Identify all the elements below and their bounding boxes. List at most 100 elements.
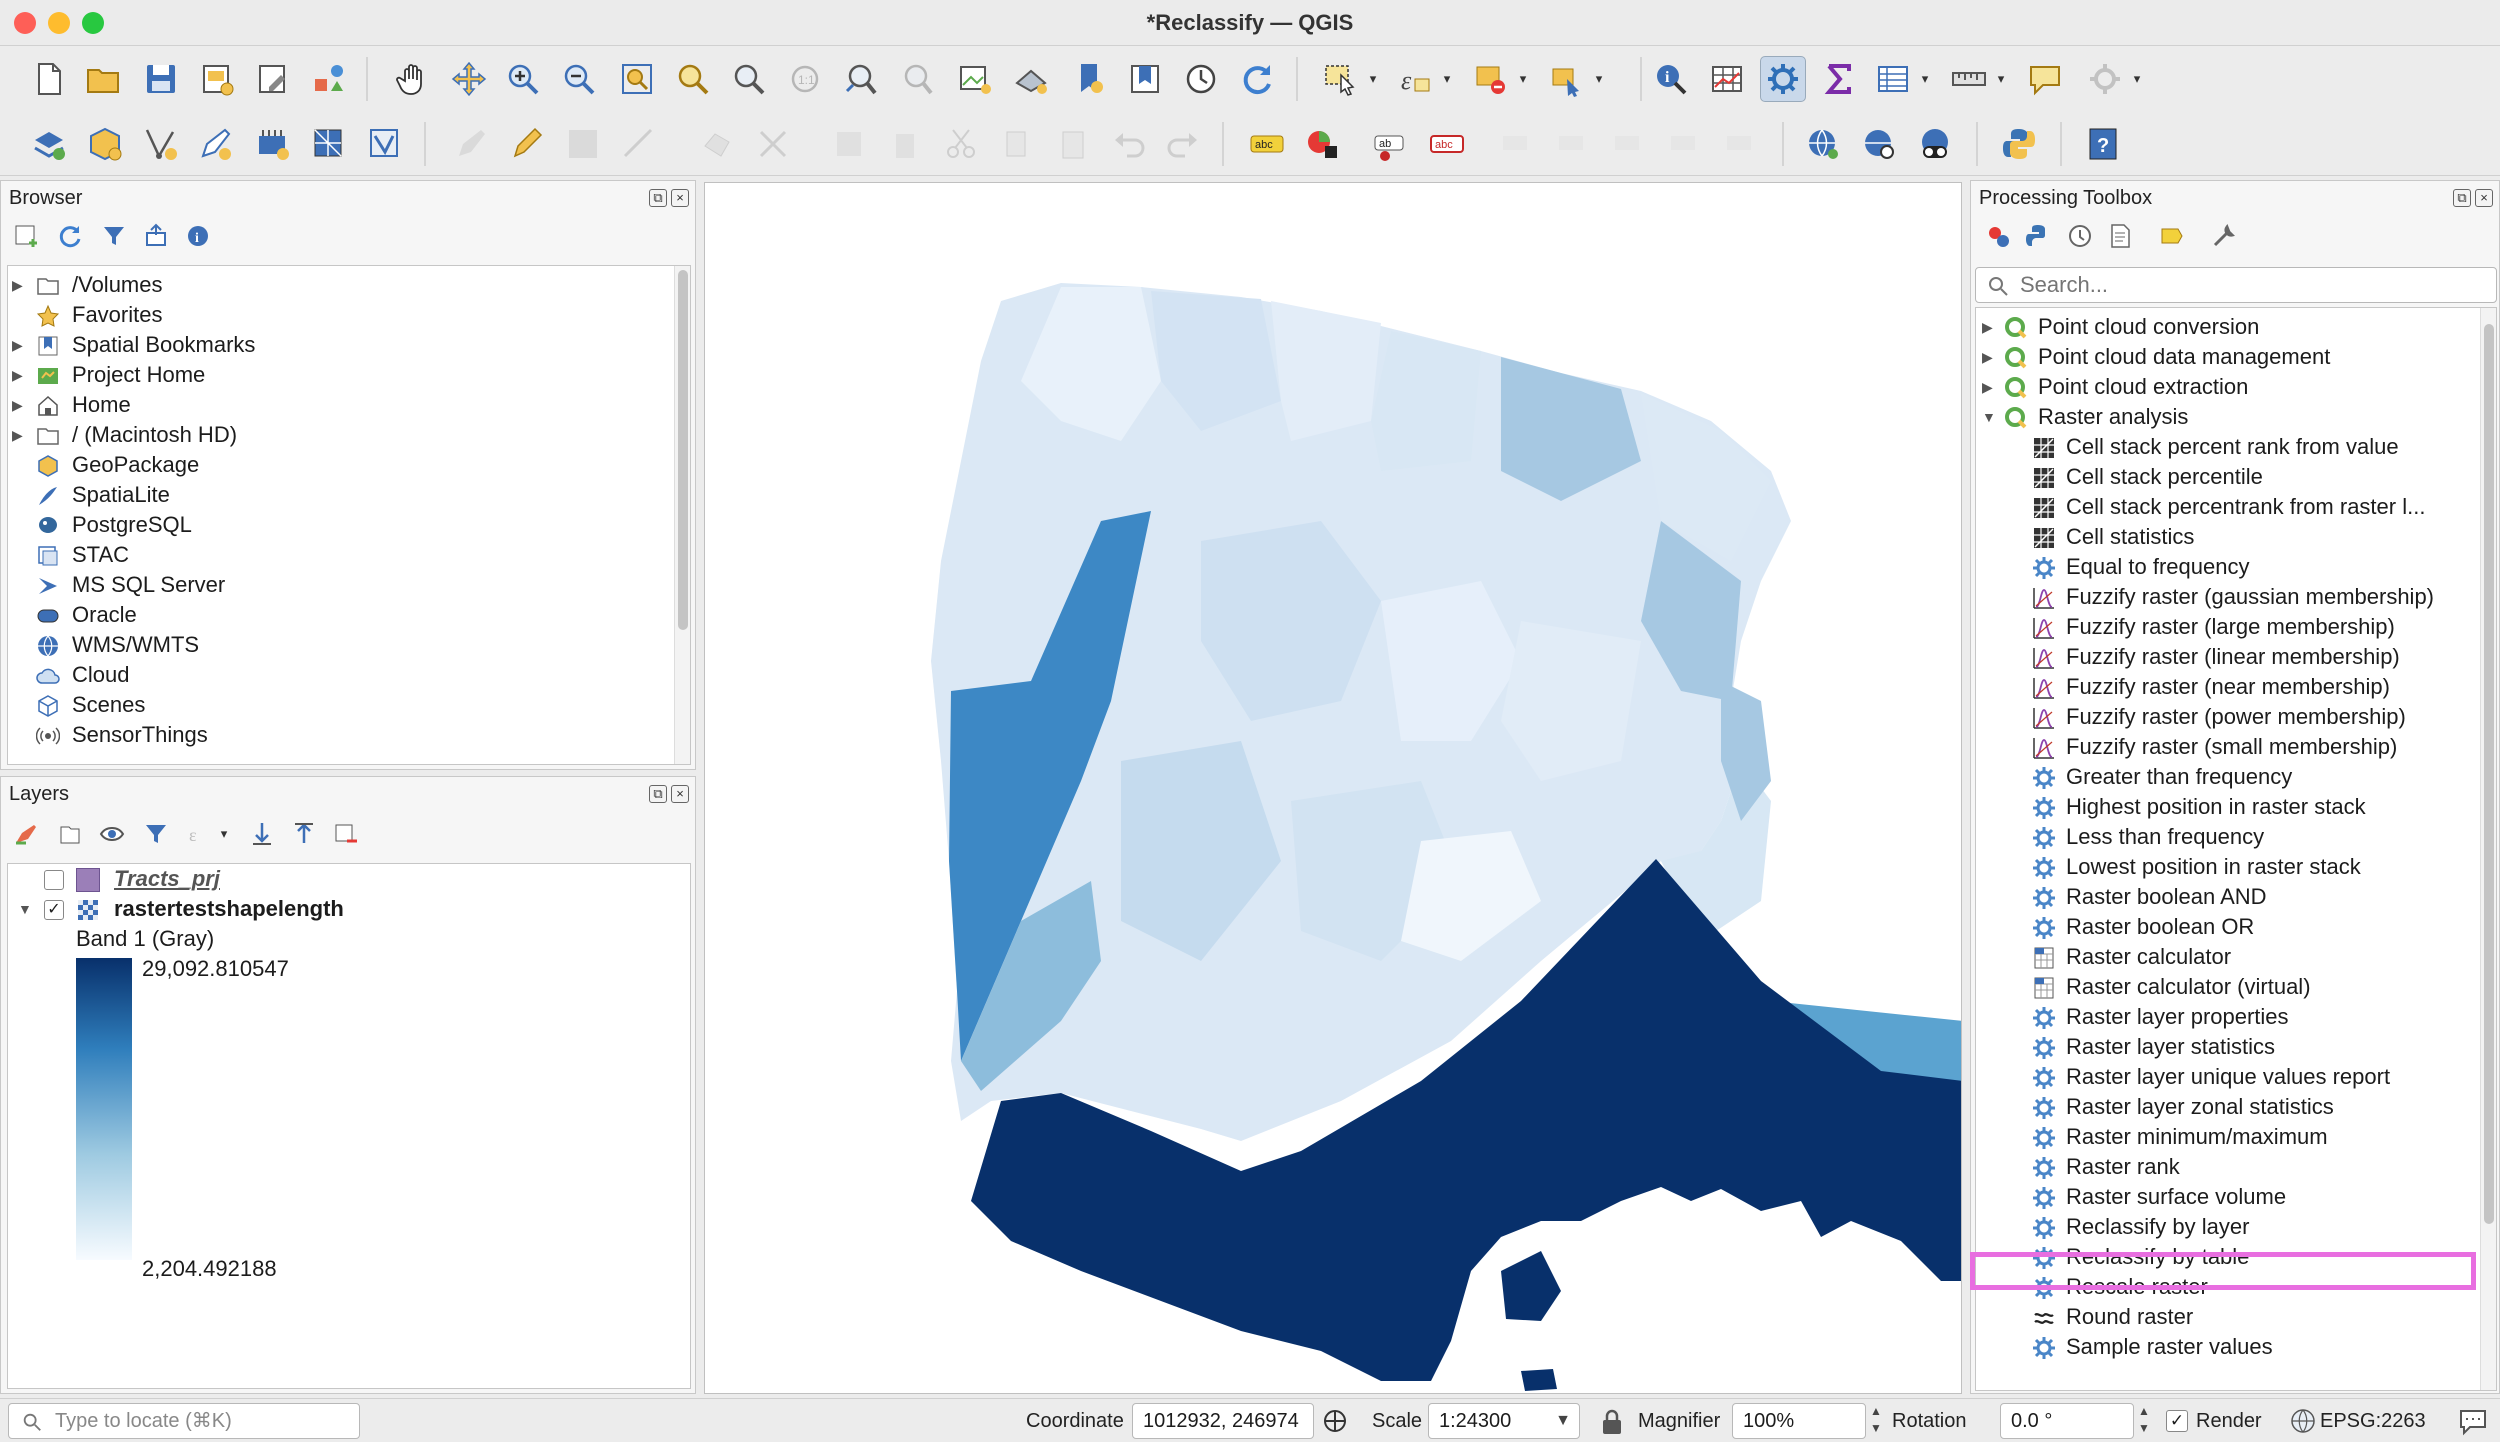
measure-dropdown[interactable]: ▾ (1994, 56, 2008, 102)
layer-row-raster[interactable]: ▼ ✓ rastertestshapelength (8, 894, 690, 924)
algorithm-reclassify-by-layer[interactable]: Reclassify by layer (1976, 1212, 2476, 1242)
locator-search[interactable]: Type to locate (⌘K) (8, 1403, 360, 1439)
modify-attributes-icon[interactable] (750, 121, 796, 167)
expand-arrow-icon[interactable]: ▶ (12, 420, 24, 450)
models-icon[interactable] (1983, 221, 2013, 251)
show-hide-labels-icon[interactable] (1550, 121, 1596, 167)
algorithm-round-raster[interactable]: Round raster (1976, 1302, 2476, 1332)
toggle-extents-icon[interactable] (1320, 1406, 1350, 1436)
open-project-icon[interactable] (80, 56, 126, 102)
scale-field[interactable]: 1:24300 ▼ (1428, 1403, 1580, 1439)
zoom-last-icon[interactable] (838, 56, 884, 102)
history-icon[interactable] (2065, 221, 2095, 251)
toolbox-float-button[interactable]: ⧉ (2453, 189, 2471, 207)
algorithm-fuzzify-raster-large-membership[interactable]: Fuzzify raster (large membership) (1976, 612, 2476, 642)
crs-label[interactable]: EPSG:2263 (2320, 1403, 2426, 1439)
paste-features-icon[interactable] (1050, 121, 1096, 167)
new-annotation-icon[interactable] (192, 121, 238, 167)
expand-arrow-icon[interactable]: ▶ (1982, 312, 1994, 342)
toolbox-group-raster-analysis[interactable]: ▼ Raster analysis (1976, 402, 2476, 432)
algorithm-raster-calculator[interactable]: Raster calculator (1976, 942, 2476, 972)
scale-dropdown-icon[interactable]: ▼ (1555, 1404, 1571, 1438)
browser-item-volumes[interactable]: ▶ /Volumes (8, 270, 648, 300)
plugin-spy-icon[interactable] (1912, 121, 1958, 167)
new-bookmark-icon[interactable] (1066, 56, 1112, 102)
toolbox-close-button[interactable]: × (2475, 189, 2493, 207)
select-by-expression-dropdown[interactable]: ▾ (1440, 56, 1454, 102)
expand-arrow-icon[interactable]: ▶ (12, 330, 24, 360)
identify-selection-dropdown[interactable]: ▾ (1592, 56, 1606, 102)
properties-info-icon[interactable]: i (183, 221, 213, 251)
algorithm-raster-minimum-maximum[interactable]: Raster minimum/maximum (1976, 1122, 2476, 1152)
plugin-settings-icon[interactable] (2082, 56, 2128, 102)
algorithm-raster-boolean-and[interactable]: Raster boolean AND (1976, 882, 2476, 912)
algorithm-raster-layer-statistics[interactable]: Raster layer statistics (1976, 1032, 2476, 1062)
new-print-layout-icon[interactable] (194, 56, 240, 102)
save-project-icon[interactable] (138, 56, 184, 102)
expand-arrow-icon[interactable]: ▼ (18, 894, 32, 924)
toolbox-group-point-cloud-data-management[interactable]: ▶ Point cloud data management (1976, 342, 2476, 372)
measure-line-icon[interactable] (1946, 56, 1992, 102)
new-virtual-layer-icon[interactable] (250, 121, 296, 167)
zoom-in-icon[interactable] (500, 56, 546, 102)
filter-legend-icon[interactable] (141, 819, 171, 849)
processing-toolbox-icon[interactable] (1760, 56, 1806, 102)
new-mesh-layer-icon[interactable] (306, 121, 352, 167)
expand-arrow-icon[interactable]: ▶ (1982, 372, 1994, 402)
toolbox-group-point-cloud-extraction[interactable]: ▶ Point cloud extraction (1976, 372, 2476, 402)
algorithm-raster-rank[interactable]: Raster rank (1976, 1152, 2476, 1182)
browser-item-oracle[interactable]: Oracle (8, 600, 648, 630)
add-feature-icon[interactable] (616, 121, 662, 167)
cut-features-icon[interactable] (938, 121, 984, 167)
expand-all-icon[interactable] (247, 819, 277, 849)
browser-scrollbar[interactable] (674, 266, 690, 764)
zoom-full-icon[interactable] (614, 56, 660, 102)
statistical-summary-icon[interactable] (1816, 56, 1862, 102)
collapse-layers-icon[interactable] (289, 819, 319, 849)
vertex-tool-icon[interactable] (694, 121, 740, 167)
layer-visibility-checkbox[interactable] (44, 870, 64, 890)
collapse-arrow-icon[interactable]: ▼ (1982, 402, 1996, 432)
layers-float-button[interactable]: ⧉ (649, 785, 667, 803)
browser-item-project-home[interactable]: ▶ Project Home (8, 360, 648, 390)
scripts-icon[interactable] (2023, 221, 2053, 251)
select-features-icon[interactable] (1318, 56, 1364, 102)
algorithm-raster-boolean-or[interactable]: Raster boolean OR (1976, 912, 2476, 942)
new-map-view-icon[interactable] (952, 56, 998, 102)
algorithm-greater-than-frequency[interactable]: Greater than frequency (1976, 762, 2476, 792)
algorithm-raster-layer-properties[interactable]: Raster layer properties (1976, 1002, 2476, 1032)
algorithm-raster-calculator-virtual[interactable]: Raster calculator (virtual) (1976, 972, 2476, 1002)
edit-features-in-place-icon[interactable] (2157, 221, 2187, 251)
browser-close-button[interactable]: × (671, 189, 689, 207)
toolbox-group-point-cloud-conversion[interactable]: ▶ Point cloud conversion (1976, 312, 2476, 342)
algorithm-fuzzify-raster-near-membership[interactable]: Fuzzify raster (near membership) (1976, 672, 2476, 702)
zoom-out-icon[interactable] (556, 56, 602, 102)
map-tips-icon[interactable] (2022, 56, 2068, 102)
identify-selection-icon[interactable] (1544, 56, 1590, 102)
change-label-icon[interactable] (1718, 121, 1764, 167)
algorithm-lowest-position-in-raster-stack[interactable]: Lowest position in raster stack (1976, 852, 2476, 882)
algorithm-raster-layer-zonal-statistics[interactable]: Raster layer zonal statistics (1976, 1092, 2476, 1122)
filter-expression-dropdown[interactable]: ▾ (217, 811, 231, 857)
metasearch-icon[interactable] (1800, 121, 1846, 167)
browser-item-cloud[interactable]: Cloud (8, 660, 648, 690)
select-features-dropdown[interactable]: ▾ (1366, 56, 1380, 102)
algorithm-cell-stack-percent-rank-from-value[interactable]: Cell stack percent rank from value (1976, 432, 2476, 462)
toolbox-search-input[interactable] (2020, 272, 2480, 298)
copy-features-icon[interactable] (994, 121, 1040, 167)
temporal-controller-icon[interactable] (1178, 56, 1224, 102)
close-window-button[interactable] (14, 12, 36, 34)
zoom-native-icon[interactable]: 1:1 (782, 56, 828, 102)
delete-selected-icon[interactable] (882, 121, 928, 167)
zoom-window-button[interactable] (82, 12, 104, 34)
rotation-field[interactable]: 0.0 ° (2000, 1403, 2134, 1439)
style-manager-icon[interactable] (306, 56, 352, 102)
filter-expression-icon[interactable]: ε (183, 819, 213, 849)
algorithm-fuzzify-raster-power-membership[interactable]: Fuzzify raster (power membership) (1976, 702, 2476, 732)
new-vector-tile-icon[interactable] (362, 121, 408, 167)
browser-item-macintosh-hd[interactable]: ▶ / (Macintosh HD) (8, 420, 648, 450)
crs-globe-icon[interactable] (2290, 1408, 2316, 1434)
rotate-label-icon[interactable] (1662, 121, 1708, 167)
expand-arrow-icon[interactable]: ▶ (12, 390, 24, 420)
deselect-dropdown[interactable]: ▾ (1516, 56, 1530, 102)
